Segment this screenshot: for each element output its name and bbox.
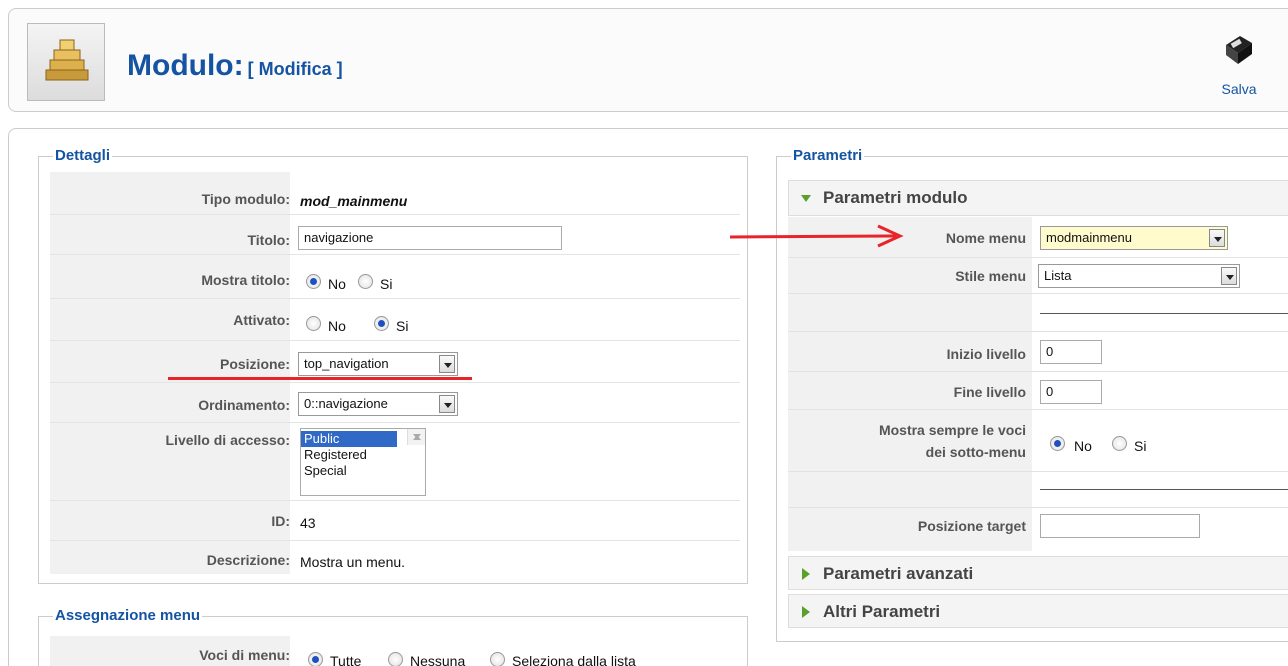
advanced-params-panel-header[interactable]: Parametri avanzati xyxy=(788,556,1288,590)
other-params-panel-header[interactable]: Altri Parametri xyxy=(788,594,1288,628)
module-params-title: Parametri modulo xyxy=(823,188,968,207)
advanced-params-title: Parametri avanzati xyxy=(823,564,974,583)
chevron-down-icon xyxy=(439,355,455,373)
save-button[interactable]: Salva xyxy=(1209,33,1269,97)
access-option-special[interactable]: Special xyxy=(301,463,425,479)
position-label: Posizione: xyxy=(219,356,290,372)
always-show-si-label: Si xyxy=(1134,438,1147,454)
show-title-label: Mostra titolo: xyxy=(201,272,290,288)
end-level-label: Fine livello xyxy=(953,384,1026,400)
menu-select-list-radio[interactable] xyxy=(490,652,505,666)
menu-assignment-legend: Assegnazione menu xyxy=(53,607,203,624)
always-show-si-radio[interactable] xyxy=(1112,436,1127,451)
enabled-no-label: No xyxy=(328,318,346,334)
params-legend: Parametri xyxy=(791,147,865,164)
chevron-down-icon xyxy=(1209,229,1225,247)
access-option-public[interactable]: Public xyxy=(301,431,397,447)
menu-name-value: modmainmenu xyxy=(1046,230,1132,245)
id-label: ID: xyxy=(271,513,290,529)
start-level-label: Inizio livello xyxy=(946,346,1026,362)
enabled-si-radio[interactable] xyxy=(374,316,389,331)
menu-name-select[interactable]: modmainmenu xyxy=(1040,226,1228,250)
position-select[interactable]: top_navigation xyxy=(298,352,458,376)
enabled-no-radio[interactable] xyxy=(306,316,321,331)
menu-all-radio[interactable] xyxy=(308,652,323,666)
module-type-label: Tipo modulo: xyxy=(201,191,290,207)
toolbar: Modulo:[ Modifica ] Salva A xyxy=(8,8,1288,112)
access-level-listbox[interactable]: Public Registered Special xyxy=(300,428,426,496)
menu-items-label: Voci di menu: xyxy=(199,647,290,663)
menu-select-list-label: Seleziona dalla lista xyxy=(512,653,636,666)
chevron-down-icon xyxy=(1221,267,1237,285)
order-label: Ordinamento: xyxy=(198,397,290,413)
enabled-label: Attivato: xyxy=(233,312,290,328)
listbox-scrollbar[interactable] xyxy=(407,429,425,445)
show-title-si-radio[interactable] xyxy=(358,274,373,289)
menu-style-select[interactable]: Lista xyxy=(1038,264,1240,288)
end-level-input[interactable]: 0 xyxy=(1040,380,1102,404)
save-label: Salva xyxy=(1221,81,1257,97)
always-show-no-label: No xyxy=(1074,438,1092,454)
show-title-no-label: No xyxy=(328,276,346,292)
details-legend: Dettagli xyxy=(53,147,113,164)
description-value: Mostra un menu. xyxy=(300,554,406,570)
id-value: 43 xyxy=(300,515,316,531)
target-position-label: Posizione target xyxy=(917,518,1026,534)
menu-none-label: Nessuna xyxy=(410,653,466,666)
module-icon xyxy=(45,39,89,81)
access-option-registered[interactable]: Registered xyxy=(301,447,425,463)
show-title-no-radio[interactable] xyxy=(306,274,321,289)
other-params-title: Altri Parametri xyxy=(823,602,941,621)
collapsed-triangle-icon xyxy=(802,568,810,580)
module-params-panel-header[interactable]: Parametri modulo xyxy=(788,180,1288,216)
expanded-triangle-icon xyxy=(801,195,811,202)
access-level-label: Livello di accesso: xyxy=(165,432,291,448)
menu-name-label: Nome menu xyxy=(945,230,1026,246)
always-show-no-radio[interactable] xyxy=(1050,436,1065,451)
save-icon xyxy=(1226,36,1252,64)
description-label: Descrizione: xyxy=(206,552,290,568)
title-label: Titolo: xyxy=(247,232,290,248)
module-icon-box xyxy=(27,23,105,101)
module-type-value: mod_mainmenu xyxy=(300,193,408,209)
start-level-input[interactable]: 0 xyxy=(1040,340,1102,364)
position-value: top_navigation xyxy=(304,356,389,371)
always-show-label-line1: Mostra sempre le voci xyxy=(878,422,1026,438)
title-input[interactable]: navigazione xyxy=(298,226,562,250)
menu-style-value: Lista xyxy=(1044,268,1072,283)
page-title: Modulo:[ Modifica ] xyxy=(127,49,343,83)
page-subtitle: [ Modifica ] xyxy=(247,59,343,79)
page-title-text: Modulo: xyxy=(127,49,244,82)
enabled-si-label: Si xyxy=(396,318,409,334)
params-separator-2 xyxy=(1040,489,1288,490)
menu-none-radio[interactable] xyxy=(388,652,403,666)
collapsed-triangle-icon xyxy=(802,606,810,618)
menu-all-label: Tutte xyxy=(330,653,362,666)
menu-style-label: Stile menu xyxy=(955,268,1026,284)
chevron-down-icon xyxy=(439,395,455,413)
show-title-si-label: Si xyxy=(380,276,393,292)
order-value: 0::navigazione xyxy=(304,396,388,411)
order-select[interactable]: 0::navigazione xyxy=(298,392,458,416)
params-separator-1 xyxy=(1040,313,1288,314)
position-underline-annotation xyxy=(168,377,472,380)
always-show-label-line2: dei sotto-menu xyxy=(925,444,1026,460)
target-position-input[interactable] xyxy=(1040,514,1200,538)
